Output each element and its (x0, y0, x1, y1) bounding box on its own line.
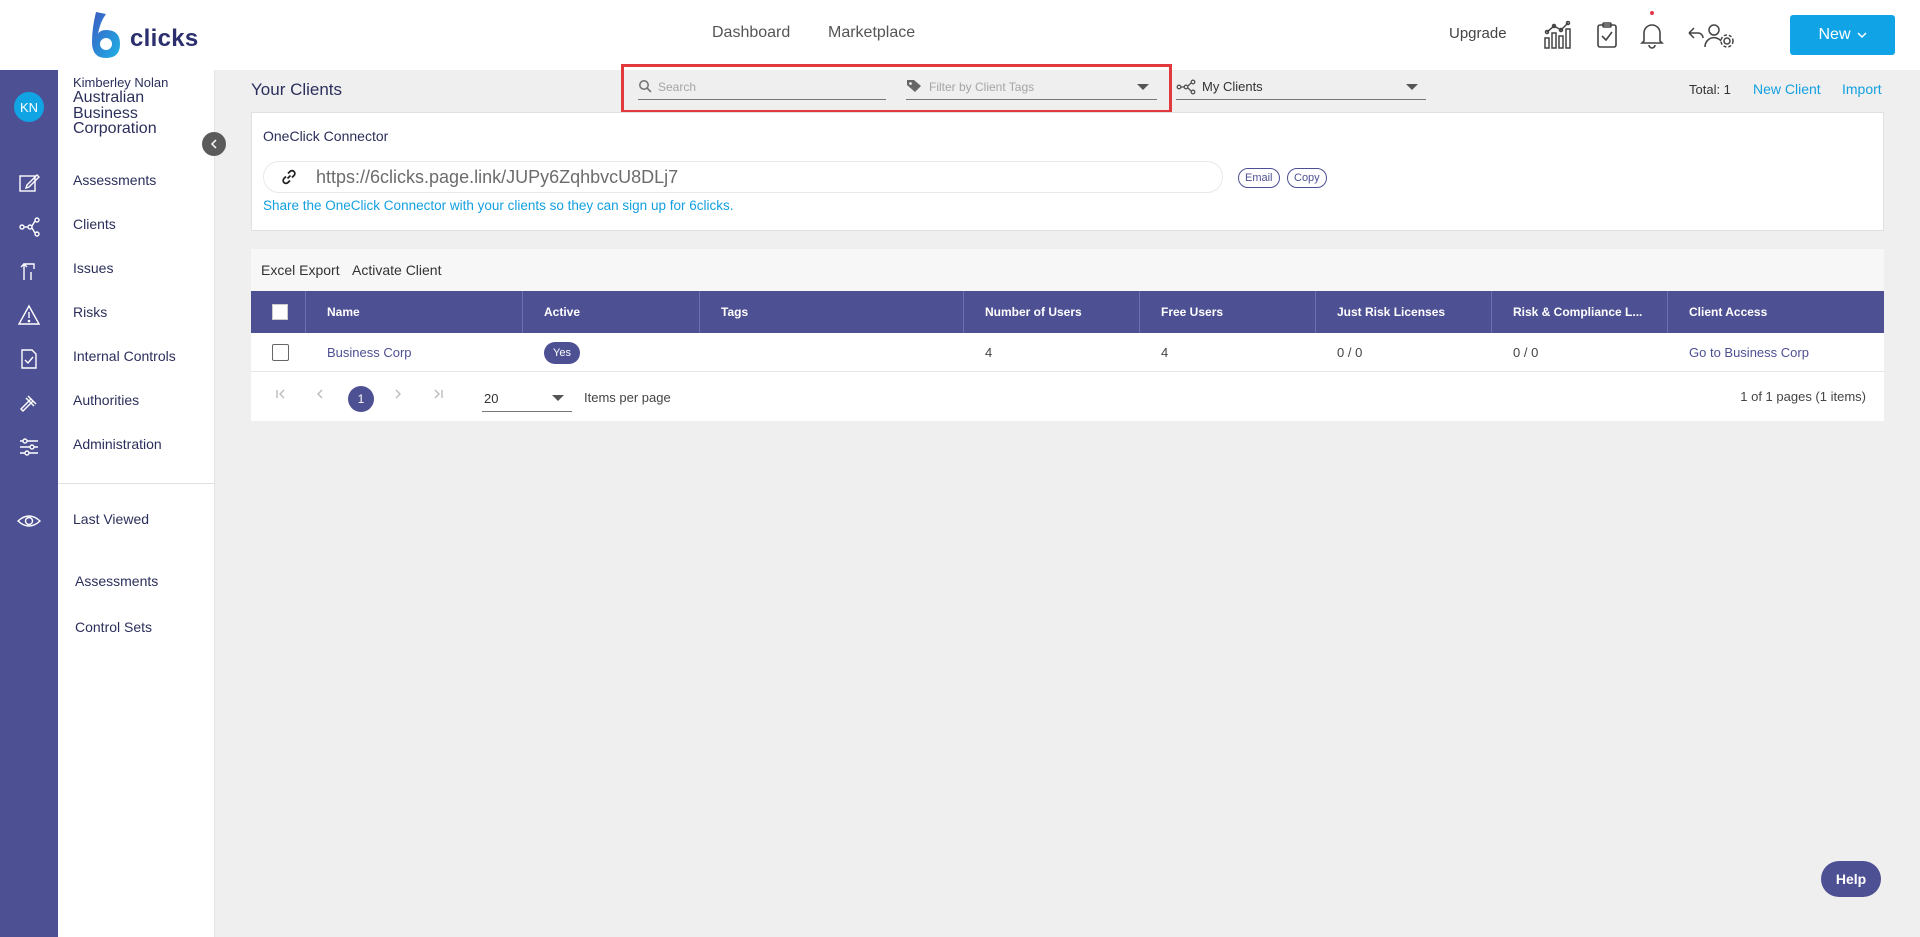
chevron-left-icon (210, 136, 218, 152)
warning-icon[interactable] (16, 302, 42, 328)
client-name-link[interactable]: Business Corp (327, 345, 412, 360)
column-name[interactable]: Name (306, 291, 523, 333)
go-to-client-link[interactable]: Go to Business Corp (1689, 345, 1809, 360)
sidebar-divider (58, 483, 215, 484)
avatar[interactable]: KN (14, 92, 44, 122)
sidebar-item-administration[interactable]: Administration (73, 436, 162, 452)
sidebar-item-authorities[interactable]: Authorities (73, 392, 139, 408)
column-tags[interactable]: Tags (700, 291, 964, 333)
select-all-cell (251, 291, 306, 333)
connector-url: https://6clicks.page.link/JUPy6ZqhbvcU8D… (316, 166, 679, 187)
pagination-bar: 1 20 Items per page 1 of 1 pages (1 item… (251, 372, 1884, 421)
clipboard-check-icon[interactable] (1590, 18, 1624, 52)
current-page-button[interactable]: 1 (348, 386, 374, 412)
items-per-page-select[interactable]: 20 (482, 386, 572, 412)
page-info: 1 of 1 pages (1 items) (1740, 389, 1866, 404)
column-risk-compliance[interactable]: Risk & Compliance L... (1492, 291, 1668, 333)
logo-text: clicks (130, 25, 199, 52)
client-scope-value: My Clients (1202, 79, 1263, 94)
sidebar-item-internal-controls[interactable]: Internal Controls (73, 348, 176, 364)
nav-marketplace[interactable]: Marketplace (828, 24, 915, 42)
upgrade-link[interactable]: Upgrade (1449, 25, 1507, 42)
connector-title: OneClick Connector (263, 128, 389, 144)
new-client-link[interactable]: New Client (1753, 81, 1821, 97)
user-name: Kimberley Nolan (73, 75, 169, 90)
previous-page-icon[interactable] (315, 387, 325, 403)
table-row: Business Corp Yes 4 4 0 / 0 0 / 0 Go to … (251, 333, 1884, 372)
total-count: Total: 1 (1689, 82, 1731, 97)
client-scope-select[interactable]: My Clients (1176, 74, 1426, 100)
sidebar-item-assessments[interactable]: Assessments (73, 172, 156, 188)
help-button[interactable]: Help (1821, 861, 1881, 897)
row-checkbox[interactable] (272, 344, 289, 361)
side-menu: Kimberley Nolan Australian Business Corp… (58, 70, 215, 937)
recent-item-assessments[interactable]: Assessments (75, 573, 158, 589)
select-all-checkbox[interactable] (272, 304, 288, 320)
dropdown-caret-icon (552, 395, 564, 401)
icon-rail: KN (0, 70, 58, 937)
eye-icon[interactable] (16, 508, 42, 534)
first-page-icon[interactable] (275, 387, 287, 403)
bell-icon[interactable] (1635, 18, 1669, 52)
dropdown-caret-icon (1406, 84, 1418, 90)
sliders-icon[interactable] (16, 434, 42, 460)
number-of-users-cell: 4 (985, 345, 993, 360)
analytics-icon[interactable] (1541, 18, 1575, 52)
issues-icon[interactable] (16, 258, 42, 284)
network-icon (1176, 79, 1196, 100)
gavel-icon[interactable] (16, 390, 42, 416)
excel-export-button[interactable]: Excel Export (261, 262, 340, 278)
top-bar: clicks Dashboard Marketplace Upgrade New (0, 0, 1920, 70)
table-header: Name Active Tags Number of Users Free Us… (251, 291, 1884, 333)
recent-item-control-sets[interactable]: Control Sets (75, 619, 152, 635)
last-page-icon[interactable] (432, 387, 444, 403)
sidebar-item-risks[interactable]: Risks (73, 304, 107, 320)
table-actions-bar: Excel Export Activate Client (251, 249, 1884, 291)
pencil-icon[interactable] (16, 170, 42, 196)
collapse-sidebar-button[interactable] (202, 132, 226, 156)
just-risk-licenses-cell: 0 / 0 (1337, 345, 1363, 360)
app-logo[interactable]: clicks (88, 10, 199, 60)
user-settings-icon[interactable] (1686, 18, 1738, 52)
import-link[interactable]: Import (1842, 81, 1882, 97)
link-icon (280, 168, 298, 186)
items-per-page-label: Items per page (584, 390, 671, 405)
new-button-label: New (1818, 26, 1851, 43)
next-page-icon[interactable] (393, 387, 403, 403)
highlight-box (621, 64, 1172, 113)
organization-name[interactable]: Australian Business Corporation (73, 90, 193, 137)
column-number-of-users[interactable]: Number of Users (964, 291, 1140, 333)
copy-button[interactable]: Copy (1287, 168, 1327, 188)
items-per-page-value: 20 (484, 391, 499, 406)
oneclick-connector-card: OneClick Connector https://6clicks.page.… (251, 112, 1884, 231)
sidebar-item-clients[interactable]: Clients (73, 216, 116, 232)
network-icon[interactable] (16, 214, 42, 240)
active-status-badge: Yes (544, 342, 580, 364)
logo-mark-icon (88, 10, 124, 60)
connector-url-field[interactable]: https://6clicks.page.link/JUPy6ZqhbvcU8D… (263, 161, 1223, 193)
column-active[interactable]: Active (523, 291, 700, 333)
column-free-users[interactable]: Free Users (1140, 291, 1316, 333)
connector-help-text: Share the OneClick Connector with your c… (263, 198, 734, 213)
email-button[interactable]: Email (1238, 168, 1280, 188)
risk-compliance-cell: 0 / 0 (1513, 345, 1539, 360)
column-just-risk-licenses[interactable]: Just Risk Licenses (1316, 291, 1492, 333)
sidebar-item-last-viewed[interactable]: Last Viewed (73, 511, 149, 527)
sidebar-item-issues[interactable]: Issues (73, 260, 113, 276)
chevron-down-icon (1856, 26, 1867, 44)
document-check-icon[interactable] (16, 346, 42, 372)
new-button[interactable]: New (1790, 15, 1895, 55)
nav-dashboard[interactable]: Dashboard (712, 24, 790, 42)
activate-client-button[interactable]: Activate Client (352, 262, 441, 278)
column-client-access[interactable]: Client Access (1668, 291, 1884, 333)
page-title: Your Clients (251, 80, 343, 99)
notification-dot (1650, 11, 1654, 15)
free-users-cell: 4 (1161, 345, 1169, 360)
